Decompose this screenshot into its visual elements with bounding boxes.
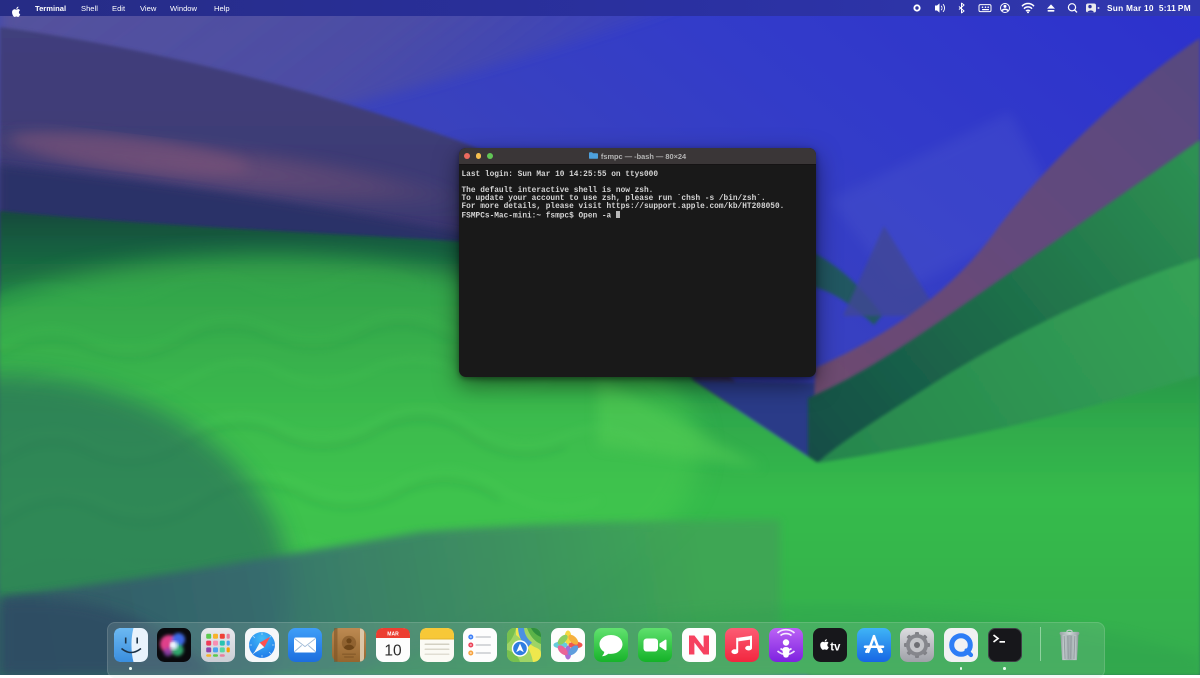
svg-text:MAR: MAR bbox=[387, 631, 399, 637]
svg-text:tv: tv bbox=[830, 641, 841, 653]
svg-text:10: 10 bbox=[384, 642, 402, 659]
